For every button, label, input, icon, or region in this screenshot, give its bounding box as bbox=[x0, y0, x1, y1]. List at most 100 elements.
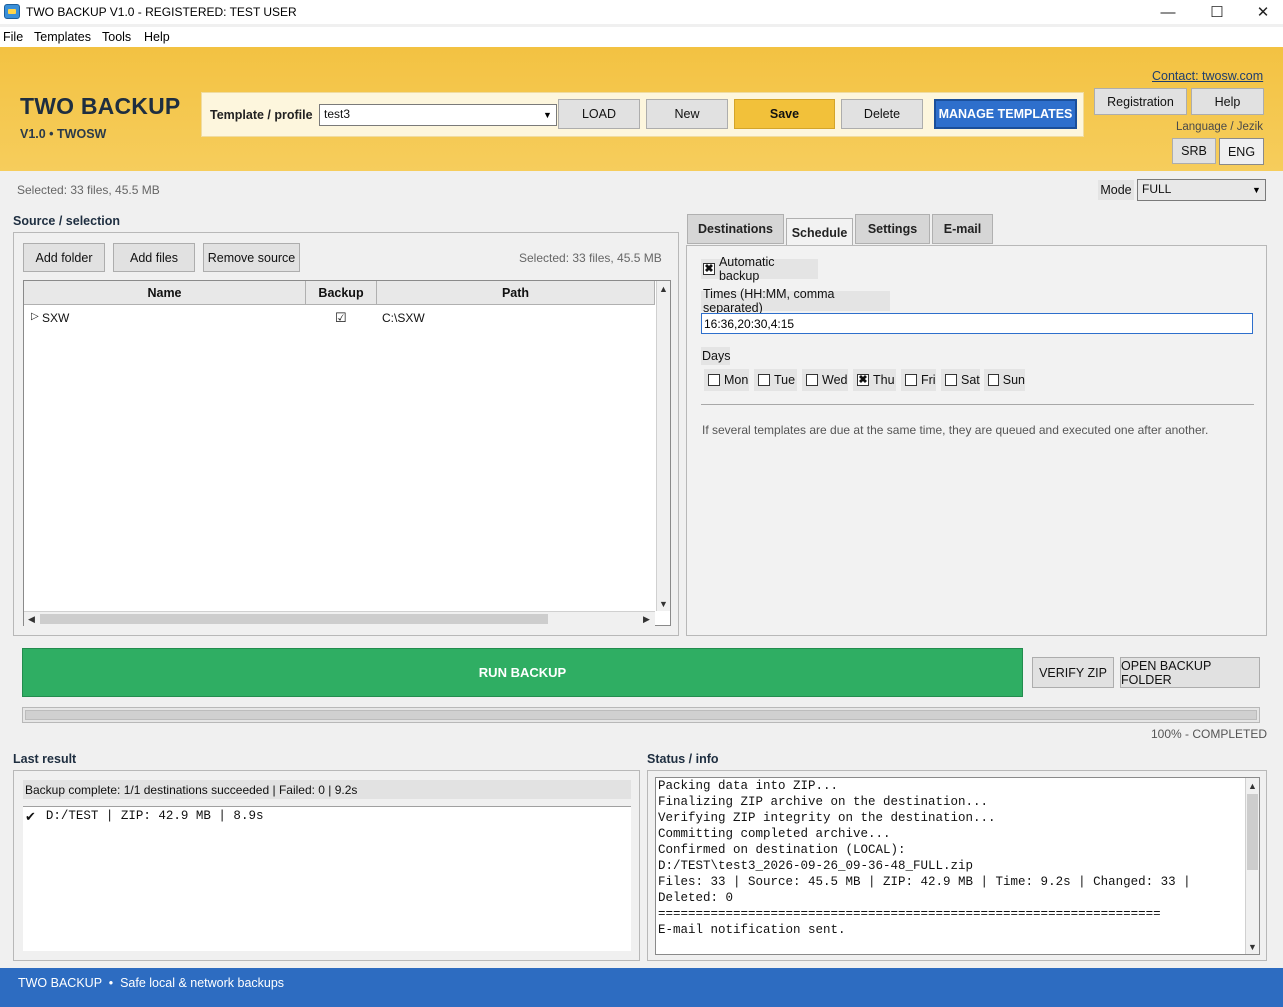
vertical-scrollbar[interactable]: ▲ ▼ bbox=[656, 281, 670, 611]
list-item-text: D:/TEST | ZIP: 42.9 MB | 8.9s bbox=[45, 809, 264, 823]
day-wed-label: Wed bbox=[822, 373, 848, 387]
scroll-right-icon[interactable]: ▶ bbox=[640, 613, 653, 626]
scroll-thumb[interactable] bbox=[1247, 794, 1258, 870]
close-icon[interactable]: ✕ bbox=[1240, 0, 1283, 24]
add-files-button[interactable]: Add files bbox=[113, 243, 195, 272]
status-line: Deleted: 0 bbox=[658, 891, 734, 905]
title-bar: TWO BACKUP V1.0 - REGISTERED: TEST USER … bbox=[0, 0, 1283, 24]
progress-text: 100% - COMPLETED bbox=[1151, 727, 1268, 741]
profile-select[interactable]: test3 ▼ bbox=[319, 104, 557, 126]
profile-label: Template / profile bbox=[210, 108, 313, 122]
table-row[interactable]: ▷ SXW ☑ C:\SXW bbox=[24, 307, 655, 329]
lang-eng-button[interactable]: ENG bbox=[1219, 138, 1264, 165]
auto-backup-label: Automatic backup bbox=[718, 255, 775, 283]
mode-select[interactable]: FULL ▼ bbox=[1137, 179, 1266, 201]
day-tue-label: Tue bbox=[774, 373, 796, 387]
day-sun[interactable]: Sun bbox=[984, 369, 1025, 391]
contact-link[interactable]: Contact: twosw.com bbox=[1152, 69, 1263, 83]
day-thu[interactable]: ✖ Thu bbox=[853, 369, 896, 391]
row-path: C:\SXW bbox=[382, 311, 425, 325]
status-line: D:/TEST\test3_2026-09-26_09-36-48_FULL.z… bbox=[658, 859, 974, 873]
tab-settings[interactable]: Settings bbox=[855, 214, 930, 244]
help-button[interactable]: Help bbox=[1191, 88, 1264, 115]
schedule-note: If several templates are due at the same… bbox=[702, 423, 1209, 437]
save-button[interactable]: Save bbox=[734, 99, 835, 129]
times-input[interactable] bbox=[701, 313, 1253, 334]
day-sun-checkbox[interactable] bbox=[988, 374, 999, 386]
expand-icon[interactable]: ▷ bbox=[31, 311, 39, 322]
selected-summary: Selected: 33 files, 45.5 MB bbox=[17, 183, 160, 197]
status-line: Verifying ZIP integrity on the destinati… bbox=[658, 811, 996, 825]
status-line: Confirmed on destination (LOCAL): bbox=[658, 843, 906, 857]
day-fri-checkbox[interactable] bbox=[905, 374, 917, 386]
auto-backup-checkbox[interactable]: ✖ bbox=[703, 263, 715, 275]
progress-bar bbox=[22, 707, 1260, 723]
list-item[interactable]: ✔ D:/TEST | ZIP: 42.9 MB | 8.9s bbox=[25, 809, 263, 825]
menu-tools[interactable]: Tools bbox=[102, 30, 131, 44]
status-scrollbar[interactable]: ▲ ▼ bbox=[1245, 778, 1259, 954]
day-mon-checkbox[interactable] bbox=[708, 374, 720, 386]
scroll-down-icon[interactable]: ▼ bbox=[657, 597, 670, 610]
new-button[interactable]: New bbox=[646, 99, 728, 129]
load-button[interactable]: LOAD bbox=[558, 99, 640, 129]
menu-templates[interactable]: Templates bbox=[34, 30, 91, 44]
last-result-list: ✔ D:/TEST | ZIP: 42.9 MB | 8.9s bbox=[23, 806, 631, 951]
app-icon bbox=[4, 4, 20, 19]
delete-button[interactable]: Delete bbox=[841, 99, 923, 129]
manage-templates-button[interactable]: MANAGE TEMPLATES bbox=[934, 99, 1077, 129]
day-sat[interactable]: Sat bbox=[941, 369, 980, 391]
verify-zip-button[interactable]: VERIFY ZIP bbox=[1032, 657, 1114, 688]
tab-schedule[interactable]: Schedule bbox=[786, 218, 853, 246]
backup-checkbox[interactable]: ☑ bbox=[335, 310, 347, 326]
maximize-icon[interactable]: ☐ bbox=[1194, 0, 1240, 24]
status-log[interactable]: Packing data into ZIP... Finalizing ZIP a… bbox=[655, 777, 1260, 955]
days-label: Days bbox=[701, 347, 731, 365]
source-title: Source / selection bbox=[13, 214, 120, 228]
auto-backup-option[interactable]: ✖ Automatic backup bbox=[701, 255, 818, 283]
status-line: Files: 33 | Source: 45.5 MB | ZIP: 42.9 … bbox=[658, 875, 1191, 889]
day-sat-label: Sat bbox=[961, 373, 980, 387]
day-fri[interactable]: Fri bbox=[901, 369, 936, 391]
day-sat-checkbox[interactable] bbox=[945, 374, 957, 386]
day-tue-checkbox[interactable] bbox=[758, 374, 770, 386]
scroll-thumb[interactable] bbox=[40, 614, 548, 624]
open-backup-folder-button[interactable]: OPEN BACKUP FOLDER bbox=[1120, 657, 1260, 688]
registration-button[interactable]: Registration bbox=[1094, 88, 1187, 115]
column-name[interactable]: Name bbox=[24, 281, 306, 305]
progress-fill bbox=[25, 710, 1257, 720]
minimize-icon[interactable]: — bbox=[1145, 0, 1191, 24]
window-title: TWO BACKUP V1.0 - REGISTERED: TEST USER bbox=[26, 5, 297, 19]
tab-email[interactable]: E-mail bbox=[932, 214, 993, 244]
column-backup[interactable]: Backup bbox=[306, 281, 377, 305]
day-thu-checkbox[interactable]: ✖ bbox=[857, 374, 869, 386]
scroll-up-icon[interactable]: ▲ bbox=[1246, 779, 1259, 792]
add-folder-button[interactable]: Add folder bbox=[23, 243, 105, 272]
day-fri-label: Fri bbox=[921, 373, 936, 387]
remove-source-button[interactable]: Remove source bbox=[203, 243, 300, 272]
brand-subtitle: V1.0 • TWOSW bbox=[20, 127, 107, 141]
chevron-down-icon: ▼ bbox=[1252, 185, 1261, 195]
language-label: Language / Jezik bbox=[1176, 121, 1263, 133]
scroll-left-icon[interactable]: ◀ bbox=[25, 613, 38, 626]
scroll-down-icon[interactable]: ▼ bbox=[1246, 940, 1259, 953]
run-backup-button[interactable]: RUN BACKUP bbox=[22, 648, 1023, 697]
last-result-title: Last result bbox=[13, 752, 77, 766]
times-label: Times (HH:MM, comma separated) bbox=[701, 287, 890, 315]
menu-file[interactable]: File bbox=[3, 30, 23, 44]
day-wed-checkbox[interactable] bbox=[806, 374, 818, 386]
day-wed[interactable]: Wed bbox=[802, 369, 848, 391]
menu-help[interactable]: Help bbox=[144, 30, 170, 44]
status-line: Packing data into ZIP... bbox=[658, 779, 839, 793]
source-grid: Name Backup Path ▷ SXW ☑ C:\SXW ▲ ▼ ◀ ▶ bbox=[23, 280, 671, 626]
divider bbox=[701, 404, 1254, 405]
menu-bar: File Templates Tools Help bbox=[0, 27, 1283, 47]
profile-value: test3 bbox=[324, 107, 351, 121]
tab-destinations[interactable]: Destinations bbox=[687, 214, 784, 244]
lang-srb-button[interactable]: SRB bbox=[1172, 138, 1216, 164]
horizontal-scrollbar[interactable]: ◀ ▶ bbox=[24, 611, 655, 626]
day-sun-label: Sun bbox=[1002, 373, 1025, 387]
day-mon[interactable]: Mon bbox=[704, 369, 749, 391]
day-tue[interactable]: Tue bbox=[754, 369, 797, 391]
column-path[interactable]: Path bbox=[377, 281, 655, 305]
scroll-up-icon[interactable]: ▲ bbox=[657, 282, 670, 295]
